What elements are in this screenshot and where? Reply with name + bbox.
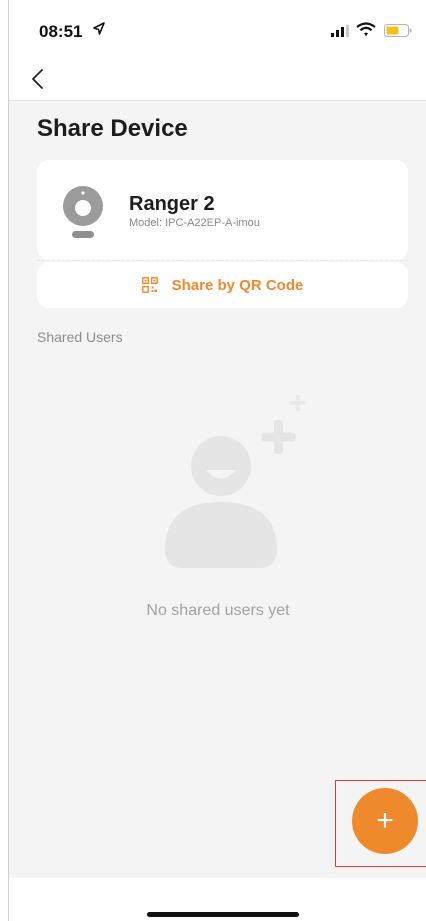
- chevron-left-icon: [32, 69, 43, 89]
- page-title: Share Device: [37, 115, 188, 142]
- device-model: Model: IPC-A22EP-A-imou: [129, 217, 260, 229]
- share-by-qr-button[interactable]: Share by QR Code: [37, 262, 408, 308]
- battery-icon: [384, 24, 412, 42]
- cellular-signal-icon: [331, 24, 351, 42]
- divider: [37, 260, 408, 261]
- bottom-bar: [9, 878, 426, 921]
- add-user-illustration-icon: [159, 390, 319, 585]
- device-name: Ranger 2: [129, 193, 215, 215]
- home-indicator[interactable]: [147, 912, 299, 917]
- wifi-icon: [356, 22, 376, 42]
- location-arrow-icon: [93, 22, 105, 41]
- plus-icon: +: [376, 804, 394, 837]
- nav-bar: [9, 58, 426, 101]
- shared-users-heading: Shared Users: [37, 329, 123, 345]
- share-by-qr-label: Share by QR Code: [171, 276, 304, 294]
- back-button[interactable]: [27, 64, 51, 94]
- app-screen: 08:51 Share Device Ranger 2 Model: IPC-A…: [8, 0, 426, 921]
- add-user-fab-button[interactable]: +: [352, 788, 418, 854]
- camera-icon: [59, 184, 107, 245]
- status-bar: 08:51: [9, 0, 426, 58]
- device-card: Ranger 2 Model: IPC-A22EP-A-imou: [37, 160, 408, 260]
- qr-code-icon: [141, 277, 158, 293]
- empty-state-text: No shared users yet: [146, 602, 290, 619]
- status-time: 08:51: [39, 22, 83, 41]
